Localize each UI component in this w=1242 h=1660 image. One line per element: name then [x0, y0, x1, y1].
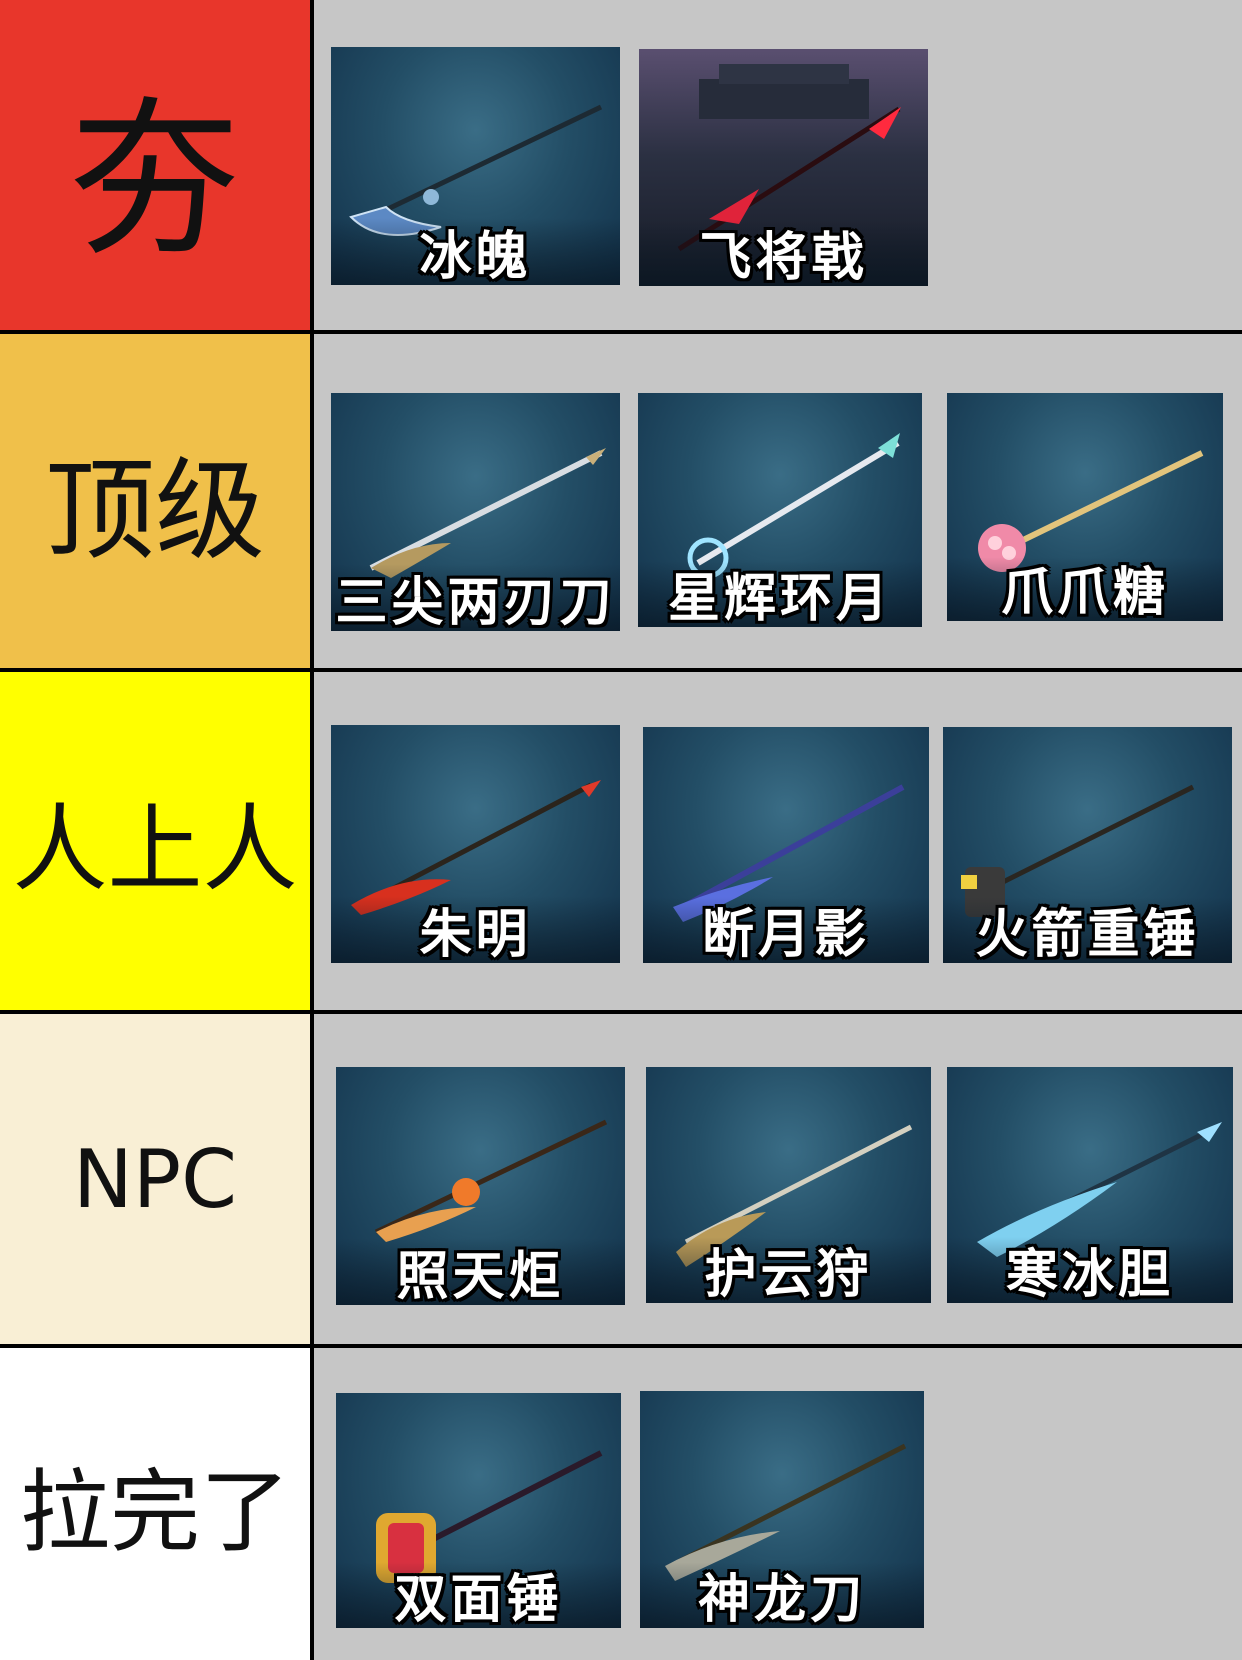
weapon-name: 双面锤: [394, 1569, 563, 1630]
weapon-card[interactable]: 冰魄: [331, 47, 620, 287]
weapon-card[interactable]: 火箭重锤: [943, 727, 1232, 965]
tier-row-4: 拉完了 双面锤 神龙刀: [0, 1348, 1242, 1660]
tier-row-2: 人上人 朱明 断月影 火箭重锤: [0, 672, 1242, 1010]
weapon-name: 神龙刀: [697, 1569, 866, 1630]
weapon-name: 朱明: [419, 904, 532, 965]
weapon-card[interactable]: 飞将戟: [639, 49, 928, 288]
tier-items: 双面锤 神龙刀: [314, 1348, 1242, 1660]
weapon-card[interactable]: 朱明: [331, 725, 620, 965]
weapon-card[interactable]: 寒冰胆: [947, 1067, 1233, 1305]
tier-row-1: 顶级 三尖两刃刀 星辉环月 爪爪糖: [0, 334, 1242, 668]
tier-label-text: 人上人: [12, 794, 298, 905]
weapon-card[interactable]: 断月影: [643, 727, 929, 965]
tier-label: 拉完了: [0, 1348, 310, 1660]
weapon-card[interactable]: 爪爪糖: [947, 393, 1223, 623]
tier-items: 冰魄 飞将戟: [314, 0, 1242, 330]
weapon-card[interactable]: 星辉环月: [638, 393, 922, 629]
weapon-name: 寒冰胆: [1005, 1244, 1174, 1305]
weapon-name: 护云狩: [704, 1244, 873, 1305]
weapon-name: 照天炬: [396, 1246, 565, 1307]
weapon-name: 三尖两刃刀: [335, 572, 616, 633]
weapon-name: 爪爪糖: [1000, 562, 1169, 623]
weapon-name: 飞将戟: [699, 227, 868, 288]
tier-list: 夯 冰魄 飞将戟 顶级 三尖两刃刀 星辉环月 爪爪糖 人上人 朱明 断月影 火箭…: [0, 0, 1242, 1660]
tier-label-text: 夯: [69, 82, 240, 280]
tier-label-text: 拉完了: [20, 1460, 290, 1565]
tier-label: 夯: [0, 0, 310, 330]
weapon-card[interactable]: 护云狩: [646, 1067, 931, 1305]
tier-label: NPC: [0, 1014, 310, 1344]
tier-label: 人上人: [0, 672, 310, 1010]
weapon-name: 冰魄: [419, 226, 532, 287]
weapon-name: 断月影: [701, 904, 870, 965]
weapon-card[interactable]: 双面锤: [336, 1393, 621, 1630]
weapon-name: 星辉环月: [667, 568, 892, 629]
weapon-name: 火箭重锤: [975, 904, 1200, 965]
tier-items: 照天炬 护云狩 寒冰胆: [314, 1014, 1242, 1344]
tier-row-3: NPC 照天炬 护云狩 寒冰胆: [0, 1014, 1242, 1344]
tier-label: 顶级: [0, 334, 310, 668]
weapon-card[interactable]: 照天炬: [336, 1067, 625, 1307]
weapon-card[interactable]: 三尖两刃刀: [331, 393, 620, 633]
tier-items: 朱明 断月影 火箭重锤: [314, 672, 1242, 1010]
tier-items: 三尖两刃刀 星辉环月 爪爪糖: [314, 334, 1242, 668]
tier-row-0: 夯 冰魄 飞将戟: [0, 0, 1242, 330]
tier-label-text: 顶级: [45, 447, 265, 575]
tier-label-text: NPC: [73, 1132, 237, 1226]
weapon-card[interactable]: 神龙刀: [640, 1391, 924, 1630]
